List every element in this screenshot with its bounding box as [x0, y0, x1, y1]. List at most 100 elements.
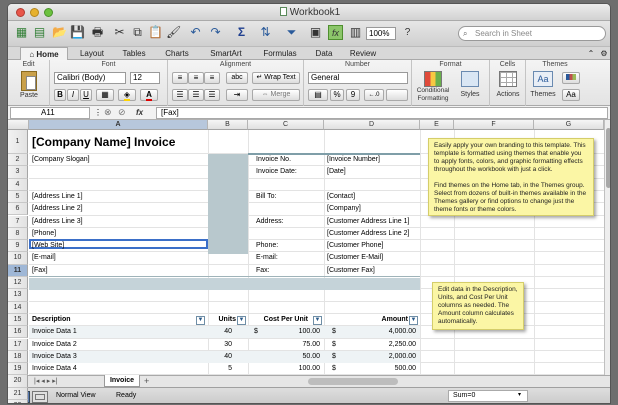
format-painter-icon[interactable]: 🖌 — [166, 25, 181, 40]
row-header[interactable]: 2 — [8, 154, 28, 167]
tab-tables[interactable]: Tables — [116, 47, 152, 60]
paste-button[interactable]: Paste — [16, 71, 42, 104]
save-icon[interactable]: 💾 — [70, 25, 85, 40]
table-cell-cost[interactable]: 50.00 — [264, 351, 320, 363]
address-cell[interactable]: [Address Line 3] — [32, 216, 202, 228]
tab-formulas[interactable]: Formulas — [256, 47, 304, 60]
align-left-button[interactable]: ≡ — [172, 72, 188, 84]
column-header-f[interactable]: F — [454, 120, 534, 130]
copy-icon[interactable]: ⧉ — [130, 25, 145, 40]
zoom-select[interactable]: 100% — [366, 27, 396, 40]
add-sheet-icon[interactable]: + — [144, 376, 149, 386]
invoice-label-cell[interactable]: Fax: — [256, 265, 322, 277]
table-cell-currency[interactable]: $ — [332, 351, 342, 363]
align-center-button[interactable]: ≡ — [188, 72, 204, 84]
row-header[interactable]: 13 — [8, 289, 28, 302]
redo-icon[interactable]: ↷ — [208, 25, 223, 40]
confirm-formula-icon[interactable]: ⊘ — [118, 107, 126, 118]
table-cell-currency[interactable] — [254, 339, 264, 351]
vertical-scrollbar[interactable] — [604, 120, 610, 375]
sort-icon[interactable]: ⇅ — [258, 25, 273, 40]
column-header-a[interactable]: A — [29, 120, 208, 130]
table-cell-description[interactable]: Invoice Data 1 — [32, 326, 202, 338]
font-name-select[interactable]: Calibri (Body) — [54, 72, 126, 84]
table-cell-cost[interactable]: 100.00 — [264, 326, 320, 338]
font-size-select[interactable]: 12 — [130, 72, 160, 84]
invoice-label-cell[interactable]: Bill To: — [256, 191, 322, 203]
column-filter-dropdown-icon[interactable]: ▼ — [313, 315, 322, 325]
invoice-label-cell[interactable]: E-mail: — [256, 252, 322, 264]
invoice-label-cell[interactable]: Address: — [256, 216, 322, 228]
invoice-label-cell[interactable]: Invoice Date: — [256, 166, 322, 178]
styles-button[interactable]: Styles — [454, 70, 486, 105]
new-workbook-icon[interactable]: ▦ — [14, 25, 29, 40]
table-cell-units[interactable]: 40 — [208, 351, 232, 363]
print-icon[interactable]: 🖶 — [90, 25, 105, 40]
invoice-value-cell[interactable]: [Company] — [327, 203, 419, 215]
tab-charts[interactable]: Charts — [158, 47, 196, 60]
invoice-value-cell[interactable]: [Customer E-Mail] — [327, 252, 419, 264]
gallery-icon[interactable]: ▣ — [308, 25, 323, 40]
increase-decimal-button[interactable]: ←.0 — [364, 89, 384, 101]
text-orientation-button[interactable]: abc — [226, 72, 248, 84]
currency-format-button[interactable]: ▤ — [308, 89, 328, 101]
table-cell-description[interactable]: Invoice Data 2 — [32, 339, 202, 351]
column-filter-dropdown-icon[interactable]: ▼ — [237, 315, 246, 325]
templates-icon[interactable]: ▤ — [32, 25, 47, 40]
sheet-nav-icon[interactable]: |◂ ◂ ▸ ▸| — [34, 377, 58, 385]
invoice-label-cell[interactable]: Invoice No. — [256, 154, 322, 166]
invoice-value-cell[interactable]: [Invoice Number] — [327, 154, 419, 166]
cut-icon[interactable]: ✂ — [112, 25, 127, 40]
row-header[interactable]: 5 — [8, 190, 28, 204]
table-cell-currency[interactable]: $ — [332, 339, 342, 351]
number-format-select[interactable]: General — [308, 72, 408, 84]
row-header[interactable]: 19 — [8, 363, 28, 376]
cancel-formula-icon[interactable]: ⊗ — [104, 107, 112, 118]
open-icon[interactable]: 📂 — [52, 25, 67, 40]
tab-review[interactable]: Review — [344, 47, 382, 60]
tab-data[interactable]: Data — [310, 47, 338, 60]
row-header[interactable]: 11 — [8, 264, 28, 277]
row-header[interactable]: 18 — [8, 350, 28, 364]
decrease-decimal-button[interactable] — [386, 89, 408, 101]
row-header[interactable]: 22 — [8, 400, 28, 403]
invoice-value-cell[interactable]: [Customer Phone] — [327, 240, 419, 252]
address-cell[interactable]: [Address Line 1] — [32, 191, 202, 203]
column-filter-dropdown-icon[interactable]: ▼ — [196, 315, 205, 325]
table-cell-amount[interactable]: 2,250.00 — [342, 339, 416, 351]
table-cell-units[interactable]: 40 — [208, 326, 232, 338]
align-right-button[interactable]: ≡ — [204, 72, 220, 84]
column-header-c[interactable]: C — [248, 120, 324, 130]
name-box[interactable]: A11 — [10, 107, 90, 119]
table-cell-cost[interactable]: 100.00 — [264, 363, 320, 375]
row-header[interactable]: 21 — [8, 387, 28, 400]
row-header[interactable]: 6 — [8, 203, 28, 216]
table-cell-currency[interactable]: $ — [332, 326, 342, 338]
percent-button[interactable]: % — [330, 89, 344, 101]
row-header[interactable]: 3 — [8, 166, 28, 179]
fx-label[interactable]: fx — [136, 108, 143, 117]
company-slogan-cell[interactable]: [Company Slogan] — [32, 154, 202, 166]
row-header[interactable]: 7 — [8, 215, 28, 228]
tab-layout[interactable]: Layout — [74, 47, 110, 60]
table-cell-amount[interactable]: 4,000.00 — [342, 326, 416, 338]
column-header-g[interactable]: G — [534, 120, 604, 130]
table-cell-units[interactable]: 30 — [208, 339, 232, 351]
row-header[interactable]: 4 — [8, 178, 28, 191]
theme-fonts-button[interactable]: Aa — [562, 89, 580, 101]
table-cell-currency[interactable]: $ — [254, 326, 264, 338]
row-header[interactable]: 1 — [8, 130, 28, 154]
table-cell-amount[interactable]: 500.00 — [342, 363, 416, 375]
row-header[interactable]: 15 — [8, 313, 28, 327]
row-header[interactable]: 20 — [8, 375, 28, 388]
toolbox-icon[interactable]: ▥ — [348, 25, 363, 40]
align-top-button[interactable]: ☰ — [172, 89, 188, 101]
formula-arrows-icon[interactable]: ⋮ — [94, 108, 102, 117]
align-middle-button[interactable]: ☰ — [188, 89, 204, 101]
help-icon[interactable]: ? — [400, 25, 415, 40]
bold-button[interactable]: B — [54, 89, 66, 101]
row-header[interactable]: 14 — [8, 301, 28, 314]
invoice-value-cell[interactable]: [Customer Address Line 2] — [327, 228, 419, 240]
row-header[interactable]: 8 — [8, 227, 28, 241]
search-input[interactable]: ⌕ Search in Sheet — [458, 26, 606, 41]
